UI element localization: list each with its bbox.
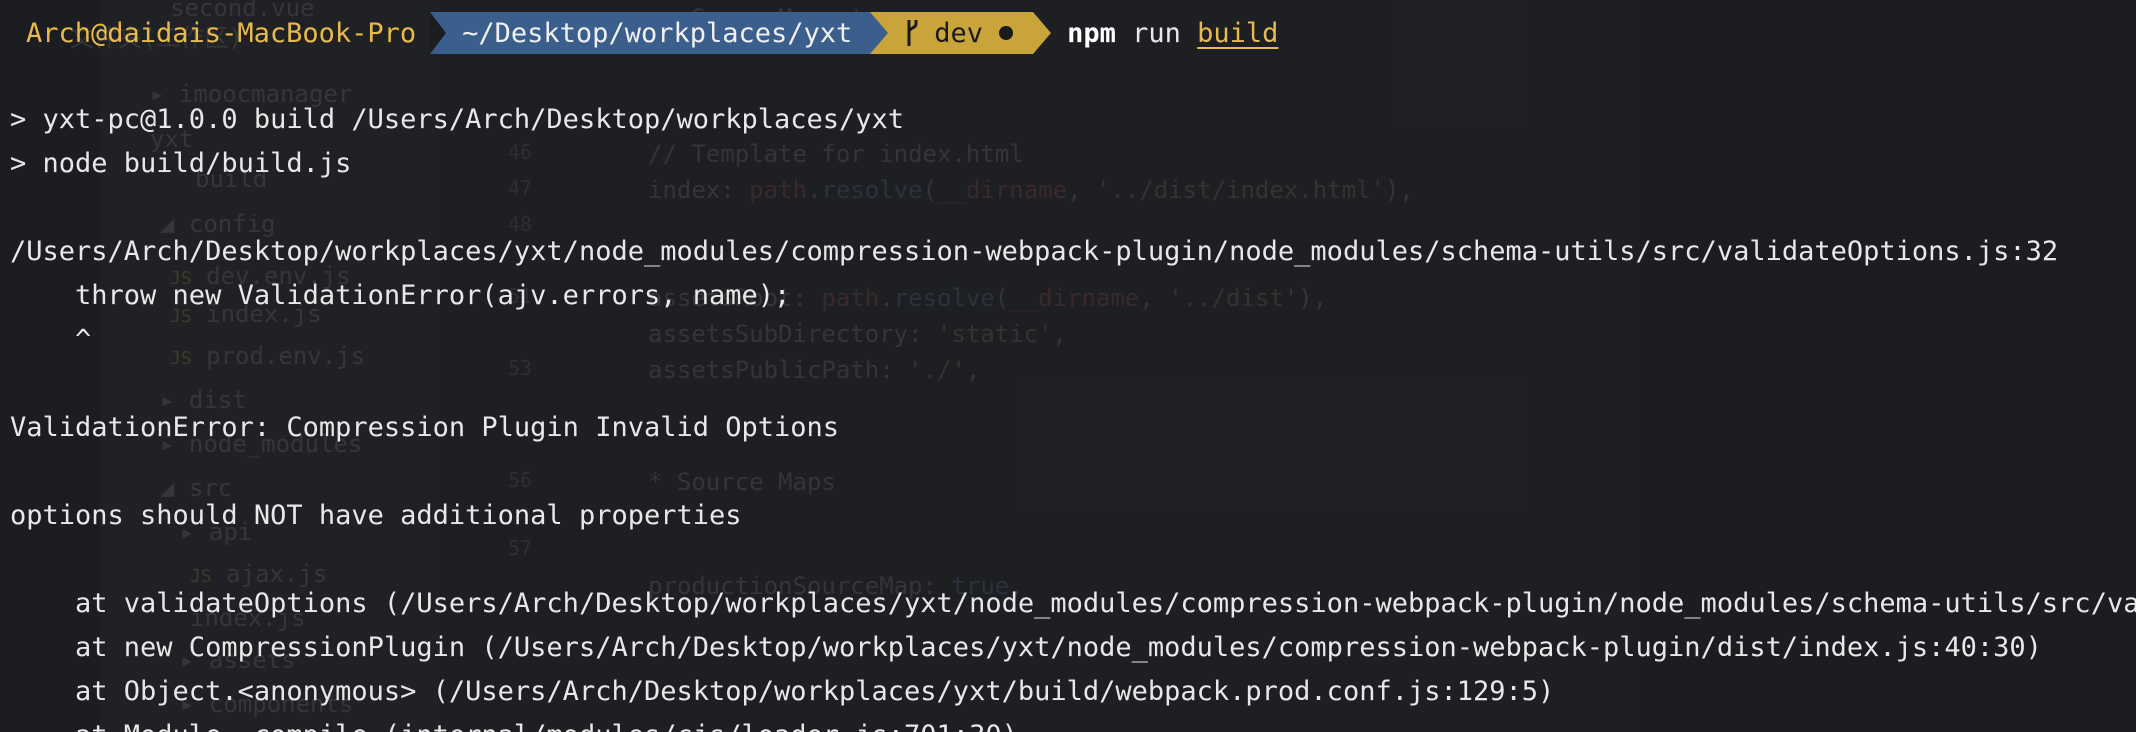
output-line-4: throw new ValidationError(ajv.errors, na… xyxy=(10,280,791,311)
output-line-2: > node build/build.js xyxy=(10,148,352,179)
output-line-8: at validateOptions (/Users/Arch/Desktop/… xyxy=(10,588,2136,619)
command-subcommand: run xyxy=(1132,17,1181,49)
prompt-git-segment: dev xyxy=(870,12,1051,54)
output-line-6: ValidationError: Compression Plugin Inva… xyxy=(10,412,840,443)
typed-command: npm run build xyxy=(1067,18,1278,49)
prompt-path-segment: ~/Desktop/workplaces/yxt xyxy=(430,12,871,54)
shell-prompt: Arch@daidais-MacBook-Pro ~/Desktop/workp… xyxy=(0,12,1278,54)
output-line-1: > yxt-pc@1.0.0 build /Users/Arch/Desktop… xyxy=(10,104,905,135)
output-line-10: at Object.<anonymous> (/Users/Arch/Deskt… xyxy=(10,676,1555,707)
git-branch-icon xyxy=(907,20,918,46)
command-binary: npm xyxy=(1067,17,1116,49)
prompt-branch: dev xyxy=(934,17,984,49)
command-argument: build xyxy=(1197,17,1279,49)
output-line-11: at Module._compile (internal/modules/cjs… xyxy=(10,714,1018,732)
dirty-dot-icon xyxy=(999,26,1014,40)
prompt-user-host: Arch@daidais-MacBook-Pro xyxy=(26,17,417,49)
output-line-7: options should NOT have additional prope… xyxy=(10,500,742,531)
output-line-5: ^ xyxy=(10,324,92,355)
prompt-path: ~/Desktop/workplaces/yxt xyxy=(462,17,853,49)
output-line-9: at new CompressionPlugin (/Users/Arch/De… xyxy=(10,632,2042,663)
output-line-3: /Users/Arch/Desktop/workplaces/yxt/node_… xyxy=(10,236,2059,267)
